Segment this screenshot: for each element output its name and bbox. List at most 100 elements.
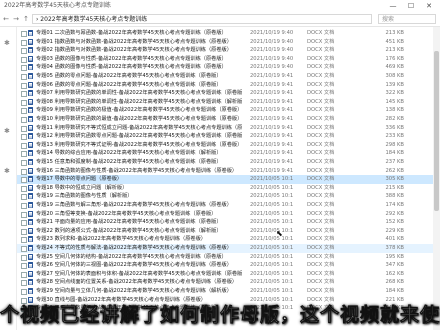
file-checkbox[interactable] bbox=[21, 246, 27, 252]
file-checkbox[interactable] bbox=[21, 168, 27, 175]
file-name[interactable]: 专题18 导数中的恒成立问题（解析版） bbox=[36, 184, 242, 193]
file-row[interactable]: 专题07 利用导数研究函数的单调性-备战2022年高考数学45天核心考点专题训练… bbox=[17, 89, 440, 98]
file-row[interactable]: 专题06 函数的零点问题-备战2022年高考数学45天核心考点专题训练（原卷版）… bbox=[17, 81, 440, 90]
file-row[interactable]: 专题16 三角函数的图像与性质-备战2022年高考数学45天核心考点专题训练（原… bbox=[17, 167, 440, 176]
file-checkbox[interactable] bbox=[21, 254, 27, 261]
file-checkbox[interactable] bbox=[21, 82, 27, 89]
file-name[interactable]: 专题05 函数的零点问题-备战2022年高考数学45天核心考点专题训练（原卷版） bbox=[36, 72, 242, 81]
file-row[interactable]: 专题26 空间几何体的三视图-备战2022年高考数学45天核心考点专题训练（原卷… bbox=[17, 261, 440, 270]
file-row[interactable]: 专题05 函数的零点问题-备战2022年高考数学45天核心考点专题训练（原卷版）… bbox=[17, 72, 440, 81]
file-row[interactable]: 专题14 导数的综合应用-备战2022年高考数学45天核心考点专题训练（解析版）… bbox=[17, 149, 440, 158]
file-name[interactable]: 专题15 任意角和弧度制-备战2022年高考数学45天核心考点专题训练（原卷版） bbox=[36, 158, 242, 167]
file-row[interactable]: 专题19 三角函数的图像与性质（解析版） 2021/10/05 10:1 DOCX … bbox=[17, 192, 440, 201]
file-name[interactable]: 专题19 三角函数与解三角形-备战2022年高考数学45天核心考点专题训练（原卷… bbox=[36, 201, 242, 210]
file-row[interactable]: 专题12 利用导数研究函数零点问题-备战2022年高考数学45天核心考点专题训练… bbox=[17, 132, 440, 141]
file-name[interactable]: 专题10 利用导数研究函数的最值-备战2022年高考数学45天核心考点专题训练（… bbox=[36, 115, 242, 124]
file-name[interactable]: 专题11 利用导数研究不等式恒成立问题-备战2022年高考数学45天核心考点专题… bbox=[36, 124, 242, 133]
file-checkbox[interactable] bbox=[21, 99, 27, 106]
file-row[interactable]: 专题18 导数中的恒成立问题（解析版） 2021/10/05 10:1 DOCX 文… bbox=[17, 184, 440, 193]
file-checkbox[interactable] bbox=[21, 125, 27, 132]
scrollbar[interactable] bbox=[433, 27, 440, 330]
file-checkbox[interactable] bbox=[21, 151, 27, 158]
file-row[interactable]: 专题11 利用导数研究不等式恒成立问题-备战2022年高考数学45天核心考点专题… bbox=[17, 124, 440, 133]
file-row[interactable]: 专题22 数列的通项公式-备战2022年高考数学45天核心考点专题训练（解析版）… bbox=[17, 227, 440, 236]
file-row[interactable]: 专题09 利用导数研究函数的极值-备战2022年高考数学45天核心考点专题训练（… bbox=[17, 106, 440, 115]
file-name[interactable]: 专题14 导数的综合应用-备战2022年高考数学45天核心考点专题训练（解析版） bbox=[36, 149, 242, 158]
file-checkbox[interactable] bbox=[21, 108, 27, 115]
file-row[interactable]: 专题10 利用导数研究函数的最值-备战2022年高考数学45天核心考点专题训练（… bbox=[17, 115, 440, 124]
file-checkbox[interactable] bbox=[21, 280, 27, 287]
file-row[interactable]: 专题29 空间向量与立体几何-备战2022年高考数学45天核心考点专题训练（解析… bbox=[17, 287, 440, 296]
file-checkbox[interactable] bbox=[21, 31, 27, 37]
file-checkbox[interactable] bbox=[21, 220, 27, 227]
file-name[interactable]: 专题24 不等式的性质与解法-备战2022年高考数学45天核心考点专题训练（原卷… bbox=[36, 244, 242, 253]
file-row[interactable]: 专题13 利用导数研究不等式证明-备战2022年高考数学45天核心考点专题训练（… bbox=[17, 141, 440, 150]
file-name[interactable]: 专题25 空间几何体的结构-备战2022年高考数学45天核心考点专题训练（原卷版… bbox=[36, 253, 242, 262]
up-arrow-icon[interactable]: ↑ bbox=[21, 13, 31, 25]
file-name[interactable]: 专题21 平面向量的应用-备战2022年高考数学45天核心考点专题训练（原卷版） bbox=[36, 218, 242, 227]
file-row[interactable]: 专题01 指数函数与对数函数-备战2022年高考数学45天核心考点专题训练（原卷… bbox=[17, 38, 440, 47]
file-row[interactable]: 专题21 平面向量的应用-备战2022年高考数学45天核心考点专题训练（原卷版）… bbox=[17, 218, 440, 227]
file-name[interactable]: 专题01 指数函数与对数函数-备战2022年高考数学45天核心考点专题训练（原卷… bbox=[36, 38, 242, 47]
minimize-button[interactable]: — bbox=[384, 0, 402, 12]
file-checkbox[interactable] bbox=[21, 263, 27, 270]
file-checkbox[interactable] bbox=[21, 271, 27, 278]
file-checkbox[interactable] bbox=[21, 91, 27, 98]
file-name[interactable]: 专题07 利用导数研究函数的单调性-备战2022年高考数学45天核心考点专题训练… bbox=[36, 89, 242, 98]
maximize-button[interactable]: ☐ bbox=[402, 0, 420, 12]
file-name[interactable]: 专题13 利用导数研究不等式证明-备战2022年高考数学45天核心考点专题训练（… bbox=[36, 141, 242, 150]
file-row[interactable]: 专题03 函数的图像与性质-备战2022年高考数学45天核心考点专题训练（原卷版… bbox=[17, 55, 440, 64]
file-name[interactable]: 专题29 空间向量与立体几何-备战2022年高考数学45天核心考点专题训练（解析… bbox=[36, 287, 242, 296]
pin-icon[interactable]: ✱ bbox=[4, 127, 10, 135]
file-checkbox[interactable] bbox=[21, 56, 27, 63]
file-row[interactable]: 专题15 任意角和弧度制-备战2022年高考数学45天核心考点专题训练（原卷版）… bbox=[17, 158, 440, 167]
file-checkbox[interactable] bbox=[21, 194, 27, 201]
file-name[interactable]: 专题02 指数函数与对数函数-备战2022年高考数学45天核心考点专题训练（原卷… bbox=[36, 46, 242, 55]
pin-icon[interactable]: ✱ bbox=[4, 167, 10, 175]
file-name[interactable]: 专题27 空间几何体的表面积与体积-备战2022年高考数学45天核心考点专题训练… bbox=[36, 270, 242, 279]
file-row[interactable]: 专题17 导数中的零点问题（原卷版） 2021/10/05 10:1 DOCX 文档… bbox=[17, 175, 440, 184]
file-checkbox[interactable] bbox=[21, 237, 27, 244]
file-checkbox[interactable] bbox=[21, 117, 27, 123]
file-name[interactable]: 专题08 利用导数研究函数的单调性-备战2022年高考数学45天核心考点专题训练… bbox=[36, 98, 242, 107]
file-name[interactable]: 专题16 三角函数的图像与性质-备战2022年高考数学45天核心考点专题训练（原… bbox=[36, 167, 242, 176]
path-field[interactable]: › 2022年高考数学45天核心考点专题训练 bbox=[32, 14, 372, 24]
file-row[interactable]: 专题28 空间点线面的位置关系-备战2022年高考数学45天核心考点专题训练（原… bbox=[17, 278, 440, 287]
file-name[interactable]: 专题01 二次函数与幂函数-备战2022年高考数学45天核心考点专题训练（原卷版… bbox=[36, 29, 242, 38]
file-row[interactable]: 专题24 不等式的性质与解法-备战2022年高考数学45天核心考点专题训练（原卷… bbox=[17, 244, 440, 253]
file-name[interactable]: 专题22 数列的通项公式-备战2022年高考数学45天核心考点专题训练（解析版） bbox=[36, 227, 242, 236]
file-checkbox[interactable] bbox=[21, 185, 27, 192]
file-row[interactable]: 专题04 函数的图像与性质-备战2022年高考数学45天核心考点专题训练（原卷版… bbox=[17, 63, 440, 72]
file-name[interactable]: 专题20 三角恒等变换-备战2022年高考数学45天核心考点专题训练（原卷版） bbox=[36, 210, 242, 219]
back-arrow-icon[interactable]: ← bbox=[1, 13, 11, 25]
file-checkbox[interactable] bbox=[21, 134, 27, 141]
file-checkbox[interactable] bbox=[21, 203, 27, 209]
close-button[interactable]: ✕ bbox=[420, 0, 438, 12]
search-input[interactable]: 搜索 bbox=[378, 14, 436, 24]
file-name[interactable]: 专题09 利用导数研究函数的极值-备战2022年高考数学45天核心考点专题训练（… bbox=[36, 106, 242, 115]
file-row[interactable]: 专题19 三角函数与解三角形-备战2022年高考数学45天核心考点专题训练（原卷… bbox=[17, 201, 440, 210]
file-checkbox[interactable] bbox=[21, 48, 27, 55]
file-checkbox[interactable] bbox=[21, 177, 27, 184]
file-checkbox[interactable] bbox=[21, 74, 27, 80]
file-name[interactable]: 专题19 三角函数的图像与性质（解析版） bbox=[36, 192, 242, 201]
file-name[interactable]: 专题26 空间几何体的三视图-备战2022年高考数学45天核心考点专题训练（原卷… bbox=[36, 261, 242, 270]
pin-icon[interactable]: ✱ bbox=[4, 39, 10, 47]
forward-arrow-icon[interactable]: → bbox=[11, 13, 21, 25]
file-row[interactable]: 专题01 二次函数与幂函数-备战2022年高考数学45天核心考点专题训练（原卷版… bbox=[17, 29, 440, 38]
file-name[interactable]: 专题17 导数中的零点问题（原卷版） bbox=[36, 175, 242, 184]
file-name[interactable]: 专题12 利用导数研究函数零点问题-备战2022年高考数学45天核心考点专题训练… bbox=[36, 132, 242, 141]
file-name[interactable]: 专题23 数列求和-备战2022年高考数学45天核心考点专题训练（原卷版） bbox=[36, 235, 242, 244]
file-name[interactable]: 专题03 函数的图像与性质-备战2022年高考数学45天核心考点专题训练（原卷版… bbox=[36, 55, 242, 64]
file-checkbox[interactable] bbox=[21, 39, 27, 46]
file-checkbox[interactable] bbox=[21, 142, 27, 149]
file-row[interactable]: 专题02 指数函数与对数函数-备战2022年高考数学45天核心考点专题训练（原卷… bbox=[17, 46, 440, 55]
file-row[interactable]: 专题08 利用导数研究函数的单调性-备战2022年高考数学45天核心考点专题训练… bbox=[17, 98, 440, 107]
file-checkbox[interactable] bbox=[21, 289, 27, 295]
file-checkbox[interactable] bbox=[21, 160, 27, 166]
file-checkbox[interactable] bbox=[21, 228, 27, 235]
file-name[interactable]: 专题28 空间点线面的位置关系-备战2022年高考数学45天核心考点专题训练（原… bbox=[36, 278, 242, 287]
file-checkbox[interactable] bbox=[21, 211, 27, 218]
file-name[interactable]: 专题06 函数的零点问题-备战2022年高考数学45天核心考点专题训练（原卷版） bbox=[36, 81, 242, 90]
scroll-thumb[interactable] bbox=[434, 51, 439, 211]
